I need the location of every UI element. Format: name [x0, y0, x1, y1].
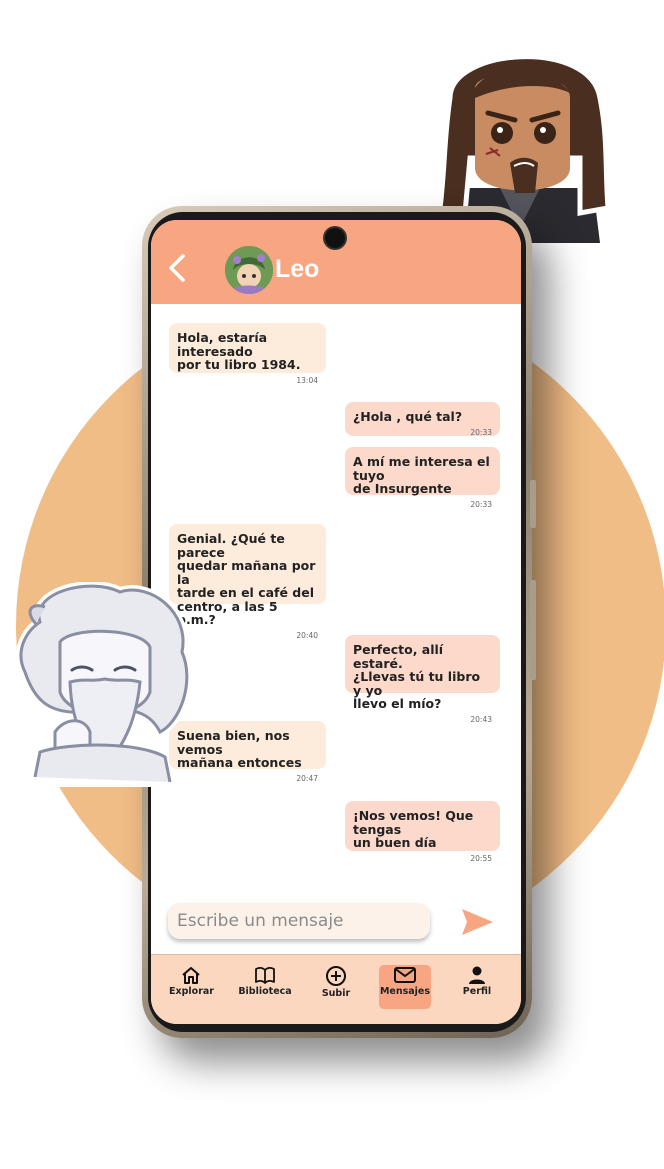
message-text: ¿Hola , qué tal?: [353, 409, 463, 424]
chevron-left-icon[interactable]: [163, 250, 191, 286]
chat-header: Leo: [151, 220, 521, 304]
avatar-illustration: [225, 246, 273, 294]
plus-circle-icon: [326, 966, 346, 986]
nav-label: Mensajes: [379, 986, 431, 997]
outgoing-message[interactable]: ¿Hola , qué tal? 20:33: [345, 402, 500, 437]
avatar[interactable]: [225, 246, 273, 294]
person-icon: [469, 966, 485, 984]
nav-explorar[interactable]: Explorar: [169, 965, 214, 1009]
outgoing-message[interactable]: ¡Nos vemos! Que tengas un buen día 20:55: [345, 801, 500, 863]
nav-subir[interactable]: Subir: [316, 965, 356, 1009]
nav-label: Perfil: [462, 986, 492, 997]
bottom-nav: Explorar Biblioteca Subir Mensajes Perfi…: [151, 954, 521, 1024]
envelope-icon: [394, 967, 416, 983]
nav-label: Biblioteca: [238, 986, 292, 997]
message-text: Hola, estaría interesado por tu libro 19…: [177, 330, 301, 372]
message-time: 20:33: [470, 499, 492, 509]
message-text: A mí me interesa el tuyo de Insurgente: [353, 454, 490, 496]
message-text: Genial. ¿Qué te parece quedar mañana por…: [177, 531, 316, 627]
message-time: 20:40: [296, 630, 318, 640]
contact-name: Leo: [275, 255, 320, 283]
message-text: ¡Nos vemos! Que tengas un buen día: [353, 808, 474, 850]
camera-notch: [325, 228, 345, 248]
home-icon: [182, 967, 200, 984]
nav-label: Subir: [321, 988, 351, 999]
nav-label: Explorar: [169, 986, 214, 997]
power-button: [530, 580, 536, 680]
incoming-message[interactable]: Hola, estaría interesado por tu libro 19…: [169, 323, 326, 385]
message-text: Perfecto, allí estaré. ¿Llevas tú tu lib…: [353, 642, 481, 711]
sage-character-illustration: [14, 582, 192, 787]
message-time: 13:04: [296, 375, 318, 385]
volume-button: [530, 480, 536, 528]
nav-biblioteca[interactable]: Biblioteca: [237, 965, 293, 1009]
outgoing-message[interactable]: Perfecto, allí estaré. ¿Llevas tú tu lib…: [345, 635, 500, 724]
send-icon[interactable]: [459, 906, 495, 938]
message-time: 20:47: [296, 773, 318, 783]
outgoing-message[interactable]: A mí me interesa el tuyo de Insurgente 20…: [345, 447, 500, 509]
message-text: Suena bien, nos vemos mañana entonces: [177, 728, 302, 770]
nav-mensajes[interactable]: Mensajes: [379, 965, 431, 1009]
nav-perfil[interactable]: Perfil: [459, 965, 495, 1009]
chat-screen: Leo Hola, estaría interesado por tu libr…: [151, 220, 521, 1024]
message-input[interactable]: Escribe un mensaje: [168, 903, 430, 939]
book-icon: [255, 967, 275, 984]
message-time: 20:55: [470, 853, 492, 863]
message-time: 20:33: [470, 427, 492, 437]
message-time: 20:43: [470, 714, 492, 724]
